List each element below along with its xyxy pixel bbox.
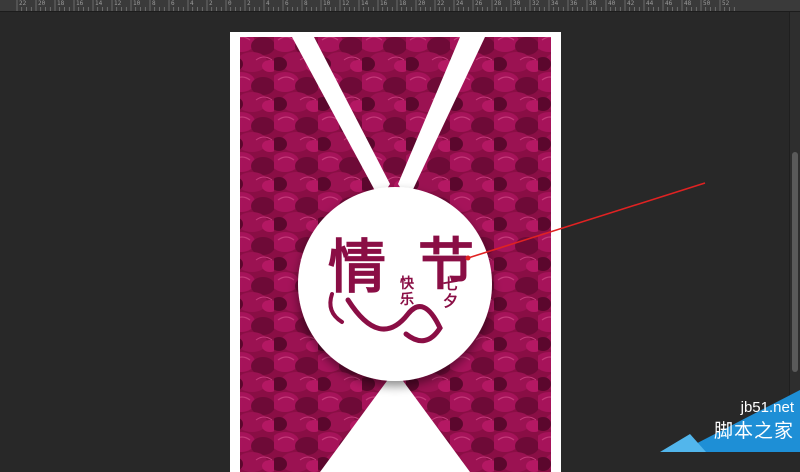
ruler-label: 34 xyxy=(551,0,559,7)
ruler-label: 36 xyxy=(570,0,578,7)
ruler-label: 4 xyxy=(190,0,194,7)
ruler-label: 6 xyxy=(171,0,175,7)
scrollbar-thumb[interactable] xyxy=(792,152,798,372)
ruler-label: 10 xyxy=(323,0,331,7)
ruler-label: 44 xyxy=(646,0,654,7)
poster-document[interactable]: 情 节 快乐 七夕 xyxy=(230,32,561,472)
ruler-label: 10 xyxy=(133,0,141,7)
title-flourish xyxy=(328,292,443,344)
ruler-label: 24 xyxy=(456,0,464,7)
ruler-label: 48 xyxy=(684,0,692,7)
ruler-label: 50 xyxy=(703,0,711,7)
ruler-label: 12 xyxy=(114,0,122,7)
ruler-label: 14 xyxy=(95,0,103,7)
site-watermark: jb51.net 脚本之家 xyxy=(660,382,800,452)
watermark-site-text: jb51.net xyxy=(740,399,794,416)
ruler-label: 8 xyxy=(304,0,308,7)
ruler-label: 20 xyxy=(38,0,46,7)
ruler-label: 18 xyxy=(57,0,65,7)
watermark-name-text: 脚本之家 xyxy=(713,420,794,442)
ruler-label: 6 xyxy=(285,0,289,7)
ruler-label: 20 xyxy=(418,0,426,7)
ruler-label: 16 xyxy=(76,0,84,7)
ruler-label: 8 xyxy=(152,0,156,7)
ruler-label: 38 xyxy=(589,0,597,7)
ruler-label: 2 xyxy=(247,0,251,7)
ruler-label: 42 xyxy=(627,0,635,7)
ruler-label: 32 xyxy=(532,0,540,7)
ruler-label: 28 xyxy=(494,0,502,7)
ruler-label: 18 xyxy=(399,0,407,7)
ruler-label: 30 xyxy=(513,0,521,7)
ruler-label: 22 xyxy=(19,0,27,7)
ruler-label: 16 xyxy=(380,0,388,7)
ruler-label: 22 xyxy=(437,0,445,7)
ruler-label: 12 xyxy=(342,0,350,7)
ruler-label: 0 xyxy=(228,0,232,7)
ruler-label: 2 xyxy=(209,0,213,7)
horizontal-ruler: 22 20 18 16 14 12 10 8 6 4 2 0 2 4 6 8 10 12 14 16 18 20 22 24 2… xyxy=(0,0,800,12)
ruler-label: 26 xyxy=(475,0,483,7)
ruler-label: 52 xyxy=(722,0,730,7)
ruler-label: 4 xyxy=(266,0,270,7)
ruler-label: 14 xyxy=(361,0,369,7)
ruler-label: 40 xyxy=(608,0,616,7)
ruler-label: 46 xyxy=(665,0,673,7)
